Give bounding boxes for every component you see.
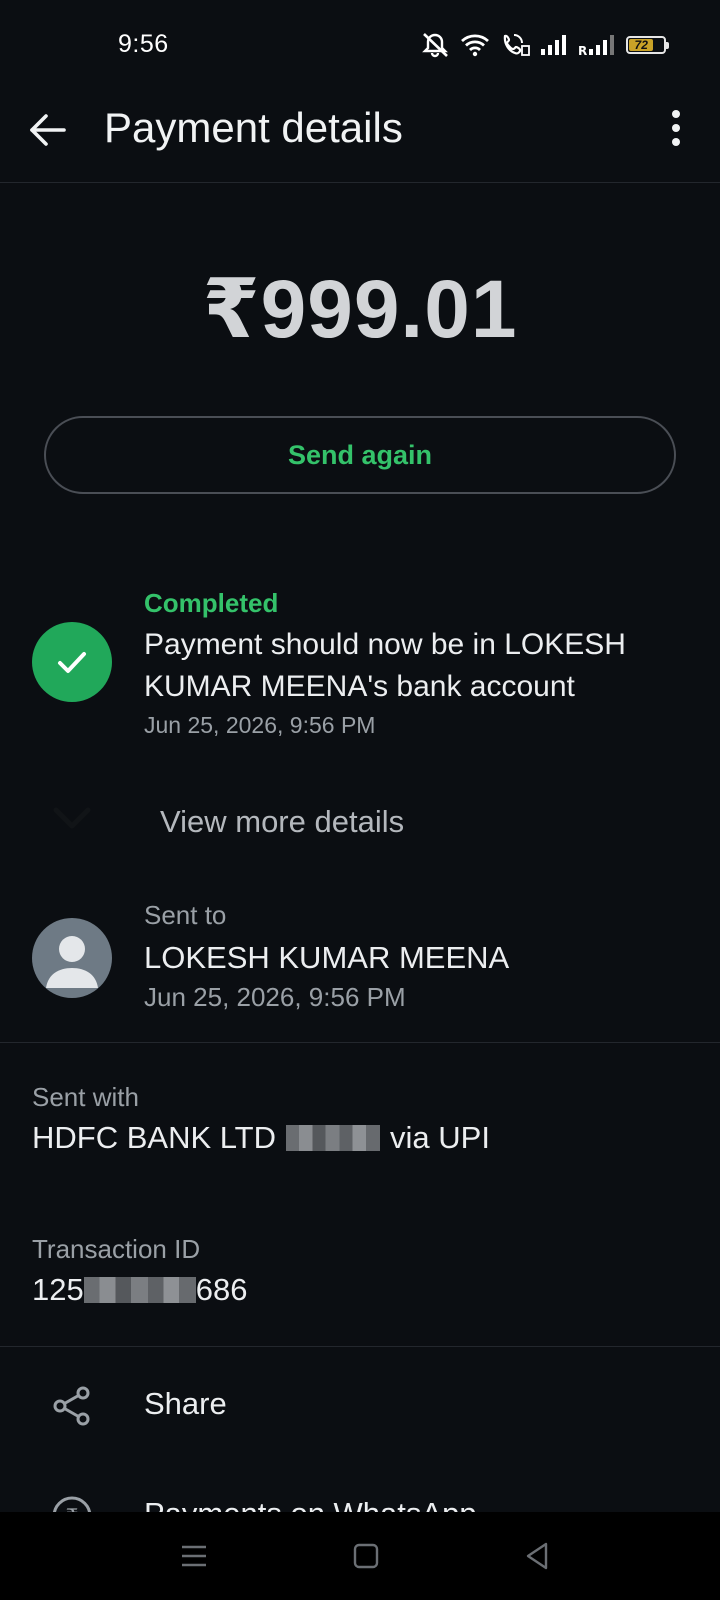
back-button[interactable]: [26, 108, 70, 152]
recipient-name: LOKESH KUMAR MEENA: [144, 940, 510, 975]
send-again-button[interactable]: Send again: [44, 416, 676, 494]
redacted-transaction-id: [83, 1277, 196, 1303]
bank-name: HDFC BANK LTD: [32, 1120, 277, 1155]
status-label: Completed: [144, 588, 279, 618]
recipient-date: Jun 25, 2026, 9:56 PM: [144, 982, 406, 1012]
status-icons: R 72: [420, 30, 669, 60]
status-time: 9:56: [118, 30, 169, 58]
recipient-avatar: [32, 918, 112, 998]
status-date: Jun 25, 2026, 9:56 PM: [144, 712, 376, 738]
more-vertical-icon: [672, 110, 680, 146]
transaction-id-label: Transaction ID: [32, 1234, 201, 1264]
share-button[interactable]: Share: [144, 1386, 227, 1422]
person-icon: [46, 936, 98, 988]
battery-level: 72: [629, 38, 654, 52]
section-divider: [0, 1042, 720, 1043]
redacted-account-number: [286, 1125, 381, 1151]
transaction-id-prefix: 125: [32, 1272, 84, 1307]
transaction-id-suffix: 686: [195, 1272, 248, 1307]
section-divider: [0, 1346, 720, 1347]
home-button[interactable]: [348, 1538, 384, 1574]
wifi-icon: [461, 34, 489, 57]
transaction-id-value: 125 686: [32, 1272, 247, 1308]
square-icon: [353, 1543, 379, 1569]
system-navigation-bar: [0, 1512, 720, 1600]
share-icon[interactable]: [50, 1384, 94, 1428]
check-icon: [58, 652, 86, 673]
more-options-button[interactable]: [654, 106, 698, 150]
back-nav-button[interactable]: [520, 1538, 556, 1574]
payment-amount: ₹999.01: [202, 264, 518, 355]
page-title: Payment details: [104, 104, 403, 151]
triangle-back-icon: [526, 1542, 548, 1570]
roaming-signal-icon: R: [578, 35, 614, 56]
view-more-details-link[interactable]: View more details: [160, 804, 404, 840]
arrow-left-icon: [30, 114, 66, 146]
header-divider: [0, 182, 720, 183]
sent-to-label: Sent to: [144, 900, 227, 930]
signal-icon: [541, 35, 566, 55]
sent-with-label: Sent with: [32, 1082, 139, 1112]
menu-icon: [182, 1545, 206, 1567]
chevron-down-icon: [53, 807, 91, 829]
recent-apps-button[interactable]: [176, 1538, 212, 1574]
sent-with-value: HDFC BANK LTD via UPI: [32, 1120, 490, 1156]
silent-icon: [422, 33, 448, 58]
volte-call-icon: [503, 34, 530, 56]
status-message: Payment should now be in LOKESH KUMAR ME…: [144, 628, 626, 703]
completed-status-icon: [32, 622, 112, 702]
payment-method: via UPI: [390, 1120, 490, 1155]
svg-text:R: R: [578, 44, 587, 56]
battery-icon: 72: [626, 36, 669, 54]
expand-details-toggle[interactable]: [48, 800, 96, 840]
